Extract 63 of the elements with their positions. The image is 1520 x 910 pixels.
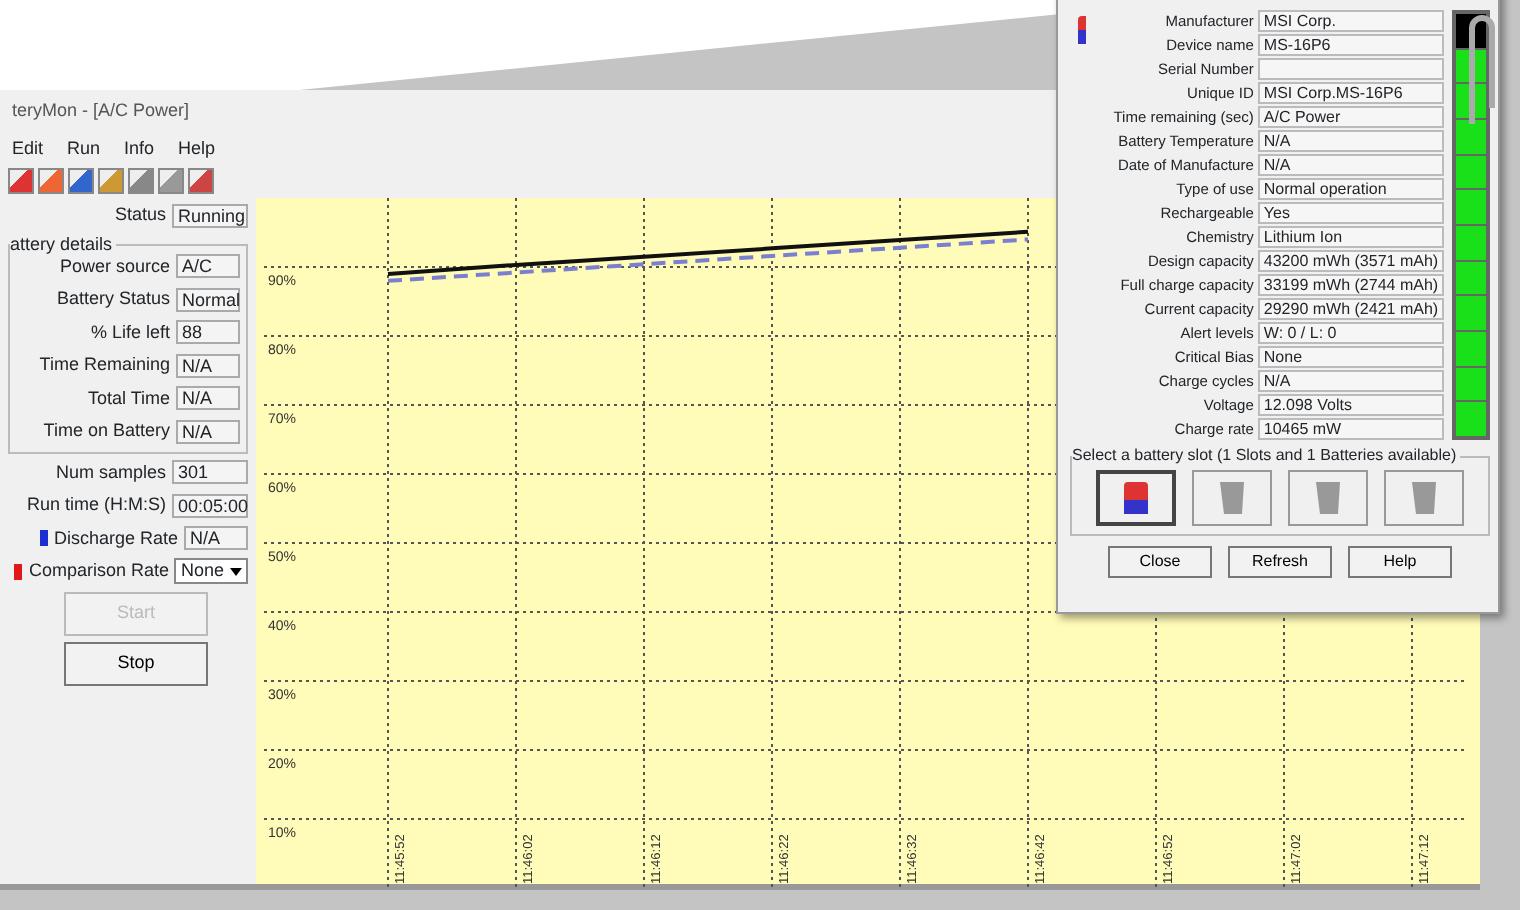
field-value: 301 <box>172 460 248 485</box>
empty-slot-icon <box>1216 478 1248 518</box>
field-label: Time on Battery <box>43 418 170 444</box>
field-value: N/A <box>1257 154 1445 176</box>
dialog-button[interactable]: Close <box>1108 546 1212 578</box>
field-value: Normal operation <box>1257 178 1445 200</box>
toolbar-icon[interactable] <box>98 168 124 194</box>
field-label: % Life left <box>90 319 170 345</box>
empty-slot-icon <box>1408 478 1440 518</box>
dialog-button[interactable]: Help <box>1348 546 1452 578</box>
field-value: N/A <box>176 419 240 444</box>
battery-icon <box>1120 478 1152 518</box>
field-value: MSI Corp.MS-16P6 <box>1257 82 1445 104</box>
field-value: N/A <box>176 386 240 411</box>
empty-slot-icon <box>1312 478 1344 518</box>
group-title: attery details <box>10 231 117 258</box>
dialog-button[interactable]: Refresh <box>1228 546 1332 578</box>
field-label: Battery Status <box>56 286 170 312</box>
status-label: Status <box>114 202 166 228</box>
field-label: Run time (H:M:S) <box>26 492 166 518</box>
field-value: None <box>1257 346 1445 368</box>
toolbar-icon[interactable] <box>8 168 34 194</box>
rate-select[interactable]: None <box>174 558 248 585</box>
toolbar-icon[interactable] <box>188 168 214 194</box>
toolbar-icon[interactable] <box>158 168 184 194</box>
menu-item[interactable]: Help <box>178 135 216 162</box>
menu-item[interactable]: Info <box>124 135 155 162</box>
field-value: N/A <box>1257 130 1445 152</box>
field-label: Num samples <box>55 459 166 486</box>
field-value: 12.098 Volts <box>1257 394 1445 416</box>
field-value: 88 <box>176 320 240 345</box>
group-title: Select a battery slot (1 Slots and 1 Batteries available) <box>1072 444 1461 468</box>
field-label: Time Remaining <box>39 352 170 378</box>
field-value: A/C Power <box>1257 106 1445 128</box>
field-value: 33199 mWh (2744 mAh) <box>1257 274 1445 296</box>
field-value: A/C <box>176 254 240 279</box>
field-value: 29290 mWh (2421 mAh) <box>1257 298 1445 320</box>
field-label: Power source <box>59 253 170 279</box>
toolbar-icon[interactable] <box>38 168 64 194</box>
caret-icon <box>230 567 242 576</box>
field-value: N/A <box>1257 370 1445 392</box>
field-value: 00:05:00 <box>172 493 248 518</box>
field-value: 43200 mWh (3571 mAh) <box>1257 250 1445 272</box>
field-label: Comparison Rate <box>28 558 169 584</box>
field-value: Lithium Ion <box>1257 226 1445 248</box>
field-value: Normal <box>176 287 240 312</box>
stop-button[interactable]: Stop <box>64 641 208 685</box>
field-label: Discharge Rate <box>53 525 178 552</box>
field-value: 10465 mW <box>1257 418 1445 440</box>
menu-item[interactable]: Edit <box>12 135 44 162</box>
field-value: N/A <box>184 526 248 551</box>
menu-item[interactable]: Run <box>67 135 101 162</box>
field-value: W: 0 / L: 0 <box>1257 322 1445 344</box>
battery-slot[interactable] <box>1096 470 1176 526</box>
toolbar-icon[interactable] <box>128 168 154 194</box>
field-label: Total Time <box>87 385 170 411</box>
field-value: N/A <box>176 353 240 378</box>
window-title: teryMon - [A/C Power] <box>10 98 192 124</box>
field-value: Yes <box>1257 202 1445 224</box>
field-value: MS-16P6 <box>1257 34 1445 56</box>
field-value: MSI Corp. <box>1257 10 1445 32</box>
status-value: Running <box>172 203 248 228</box>
toolbar-icon[interactable] <box>68 168 94 194</box>
